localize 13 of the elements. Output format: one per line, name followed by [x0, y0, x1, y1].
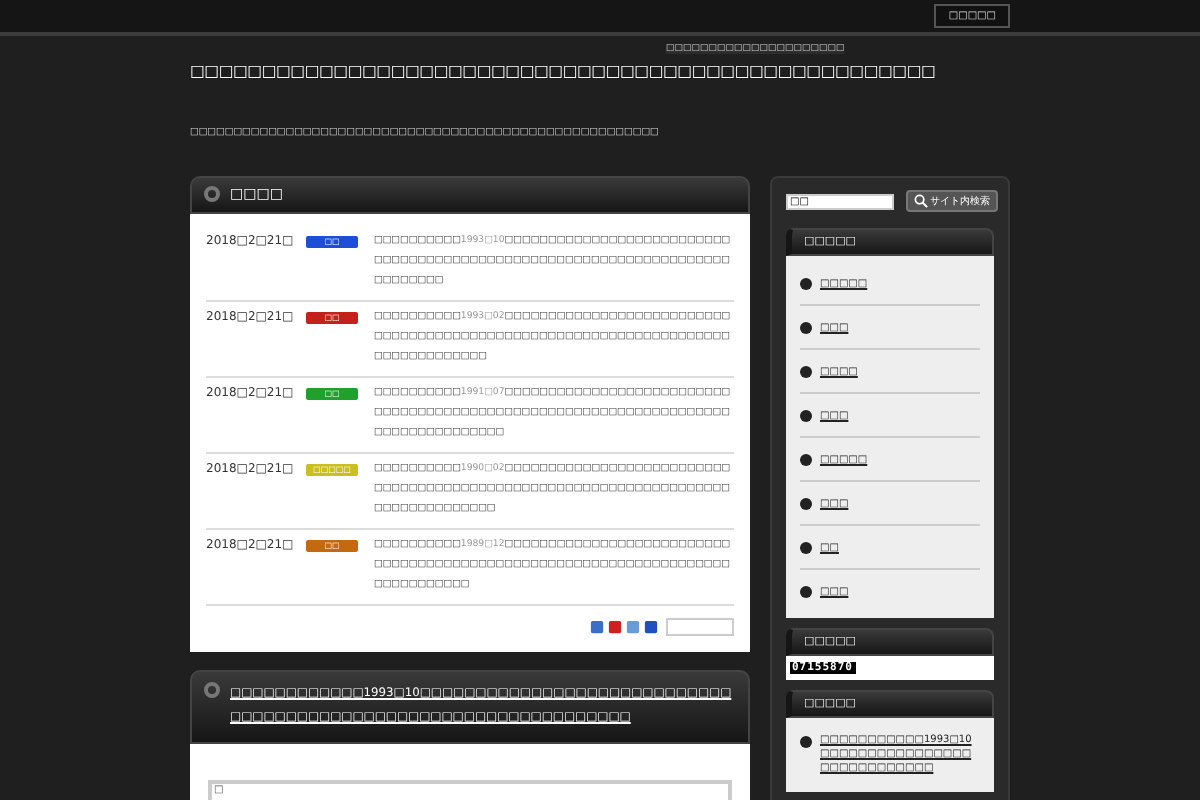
- ring-icon: [204, 682, 220, 698]
- bullet-icon: [800, 321, 812, 333]
- share-field[interactable]: [666, 618, 734, 636]
- bullet-icon: [800, 453, 812, 465]
- bullet-icon: [800, 365, 812, 377]
- bullet-icon: [800, 736, 812, 748]
- ring-icon: [204, 186, 220, 202]
- bullet-icon: [800, 409, 812, 421]
- search-icon: [914, 194, 928, 208]
- bullet-icon: [800, 585, 812, 597]
- bullet-icon: [800, 497, 812, 509]
- bullet-icon: [800, 277, 812, 289]
- bullet-icon: [800, 541, 812, 553]
